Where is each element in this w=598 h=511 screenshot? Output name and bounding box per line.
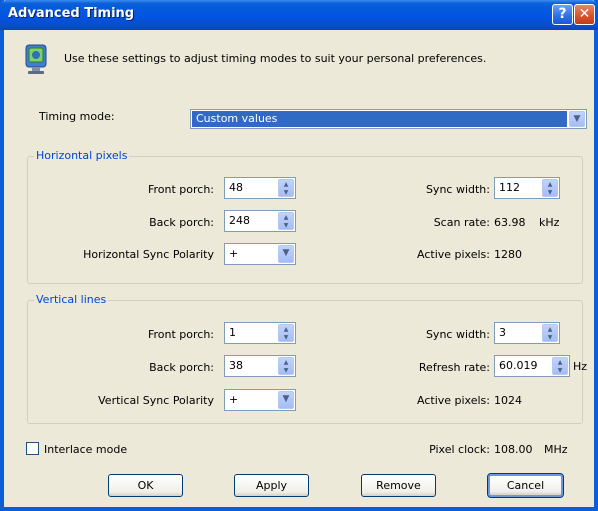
h-sync-polarity-label: Horizontal Sync Polarity: [83, 248, 214, 261]
remove-button[interactable]: Remove: [361, 474, 436, 497]
horizontal-pixels-title: Horizontal pixels: [34, 149, 130, 162]
spin-down-icon[interactable]: ▼: [279, 366, 293, 374]
spin-down-icon[interactable]: ▼: [279, 188, 293, 196]
window-title: Advanced Timing: [8, 6, 135, 21]
v-back-porch-label: Back porch:: [149, 361, 214, 374]
v-active-pixels-label: Active pixels:: [417, 394, 490, 407]
monitor-info-icon: [22, 43, 50, 77]
scan-rate-value: 63.98: [494, 216, 526, 229]
spin-down-icon[interactable]: ▼: [543, 333, 557, 341]
h-front-porch-spinner[interactable]: 48 ▲ ▼: [224, 177, 296, 199]
refresh-rate-value: 60.019: [499, 359, 538, 372]
v-sync-width-spinner[interactable]: 3 ▲ ▼: [494, 322, 560, 344]
spin-up-icon[interactable]: ▲: [279, 358, 293, 366]
h-sync-width-label: Sync width:: [425, 183, 490, 196]
close-button[interactable]: ✕: [574, 4, 595, 25]
spin-down-icon[interactable]: ▼: [553, 366, 567, 374]
dialog-content: Use these settings to adjust timing mode…: [4, 30, 594, 507]
v-sync-width-label: Sync width:: [425, 328, 490, 341]
refresh-rate-spinner[interactable]: 60.019 ▲ ▼: [494, 355, 570, 377]
refresh-rate-label: Refresh rate:: [418, 361, 490, 374]
v-sync-polarity-select[interactable]: + ▼: [224, 389, 296, 411]
spin-up-icon[interactable]: ▲: [543, 180, 557, 188]
pixel-clock-label: Pixel clock:: [429, 443, 490, 456]
h-front-porch-value: 48: [229, 181, 243, 194]
v-sync-polarity-label: Vertical Sync Polarity: [98, 394, 214, 407]
spin-up-icon[interactable]: ▲: [279, 213, 293, 221]
v-active-pixels-value: 1024: [494, 394, 522, 407]
spin-up-icon[interactable]: ▲: [543, 325, 557, 333]
chevron-down-icon[interactable]: ▼: [278, 245, 294, 263]
h-sync-width-value: 112: [499, 181, 520, 194]
spin-down-icon[interactable]: ▼: [279, 221, 293, 229]
v-back-porch-spinner[interactable]: 38 ▲ ▼: [224, 355, 296, 377]
timing-mode-value: Custom values: [192, 111, 567, 127]
timing-mode-select[interactable]: Custom values ▼: [190, 109, 587, 129]
spin-up-icon[interactable]: ▲: [553, 358, 567, 366]
refresh-rate-unit: Hz: [573, 360, 588, 373]
h-back-porch-spinner[interactable]: 248 ▲ ▼: [224, 210, 296, 232]
h-back-porch-label: Back porch:: [149, 216, 214, 229]
ok-button[interactable]: OK: [108, 474, 183, 497]
v-front-porch-spinner[interactable]: 1 ▲ ▼: [224, 322, 296, 344]
v-back-porch-value: 38: [229, 359, 243, 372]
v-front-porch-label: Front porch:: [147, 328, 214, 341]
help-button[interactable]: ?: [552, 4, 573, 25]
pixel-clock-value: 108.00: [494, 443, 533, 456]
h-front-porch-label: Front porch:: [147, 183, 214, 196]
h-sync-width-spinner[interactable]: 112 ▲ ▼: [494, 177, 560, 199]
cancel-button[interactable]: Cancel: [487, 473, 564, 498]
spin-down-icon[interactable]: ▼: [543, 188, 557, 196]
spin-up-icon[interactable]: ▲: [279, 325, 293, 333]
chevron-down-icon[interactable]: ▼: [278, 391, 294, 409]
intro-text: Use these settings to adjust timing mode…: [64, 52, 487, 65]
v-sync-polarity-value: +: [229, 393, 239, 406]
timing-mode-label: Timing mode:: [39, 110, 115, 123]
h-active-pixels-label: Active pixels:: [417, 248, 490, 261]
v-front-porch-value: 1: [229, 326, 236, 339]
h-sync-polarity-value: +: [229, 247, 239, 260]
spin-up-icon[interactable]: ▲: [279, 180, 293, 188]
interlace-mode-label[interactable]: Interlace mode: [44, 443, 127, 456]
interlace-mode-checkbox[interactable]: [26, 442, 39, 455]
v-sync-width-value: 3: [499, 326, 506, 339]
h-back-porch-value: 248: [229, 214, 250, 227]
chevron-down-icon[interactable]: ▼: [569, 111, 585, 127]
advanced-timing-dialog: Advanced Timing ? ✕ Use these settings t…: [0, 0, 598, 511]
h-active-pixels-value: 1280: [494, 248, 522, 261]
scan-rate-unit: kHz: [539, 216, 560, 229]
pixel-clock-unit: MHz: [544, 443, 568, 456]
h-sync-polarity-select[interactable]: + ▼: [224, 243, 296, 265]
spin-down-icon[interactable]: ▼: [279, 333, 293, 341]
title-bar[interactable]: Advanced Timing ? ✕: [0, 0, 598, 30]
apply-button[interactable]: Apply: [234, 474, 309, 497]
vertical-lines-title: Vertical lines: [34, 293, 109, 306]
scan-rate-label: Scan rate:: [433, 216, 490, 229]
